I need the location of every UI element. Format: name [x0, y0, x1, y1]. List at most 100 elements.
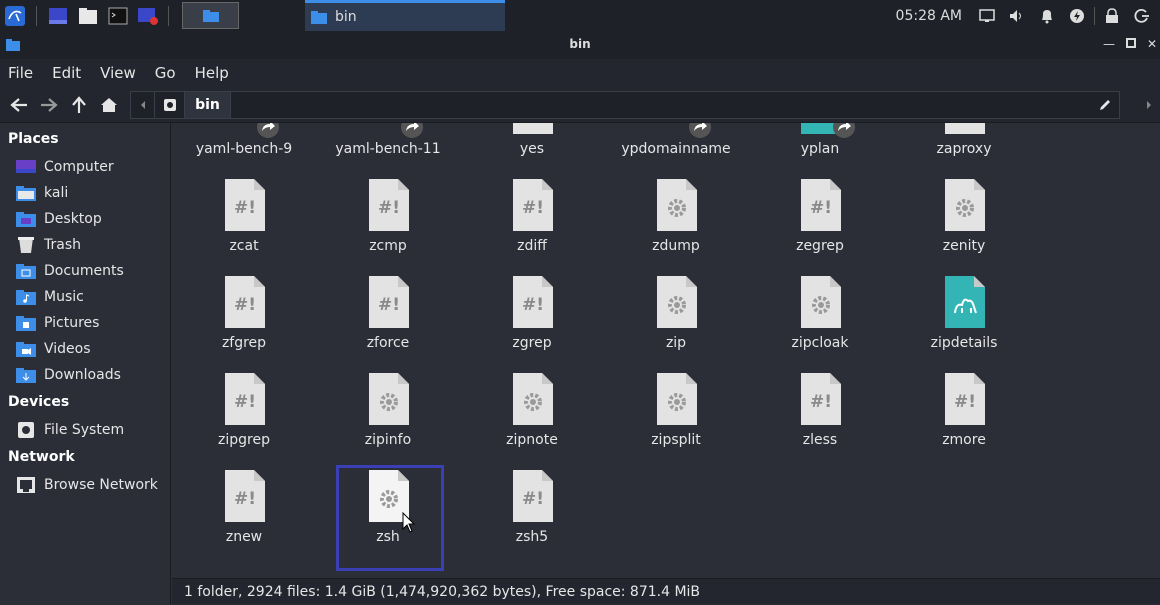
window-titlebar[interactable]: bin — ✕ [0, 31, 1160, 59]
sidebar-item-music[interactable]: Music [16, 285, 84, 309]
notification-bell-icon[interactable] [1037, 6, 1057, 26]
up-button[interactable] [68, 94, 90, 116]
file-item[interactable]: zipsplit [606, 362, 746, 459]
screen-recorder-icon[interactable] [137, 6, 159, 26]
file-item[interactable]: #! znew [174, 459, 314, 556]
file-item[interactable]: #! zforce [318, 265, 458, 362]
file-item[interactable]: #! zegrep [750, 168, 890, 265]
file-name: zless [802, 432, 838, 448]
power-manager-icon[interactable] [1067, 6, 1087, 26]
file-item[interactable]: zenity [894, 168, 1034, 265]
script-file-icon: #! [945, 373, 985, 425]
workspace-thumbnail[interactable] [182, 2, 239, 29]
file-name: zfgrep [221, 335, 267, 351]
file-manager-launcher-icon[interactable] [77, 6, 99, 26]
minimize-button[interactable]: — [1102, 37, 1116, 51]
back-button[interactable] [8, 94, 30, 116]
file-item[interactable]: yaml-bench-9 [174, 123, 314, 168]
file-item[interactable]: #! zipgrep [174, 362, 314, 459]
script-file-icon: #! [369, 276, 409, 328]
script-file-icon: #! [801, 179, 841, 231]
file-item[interactable]: #! zcmp [318, 168, 458, 265]
file-name: yaml-bench-9 [195, 141, 293, 157]
file-name: zsh5 [515, 529, 549, 545]
display-icon[interactable] [977, 6, 997, 26]
file-name: zdump [652, 238, 700, 254]
file-item[interactable]: #! zcat [174, 168, 314, 265]
close-button[interactable]: ✕ [1145, 37, 1159, 51]
folder-icon [311, 10, 327, 24]
file-item[interactable]: zipcloak [750, 265, 890, 362]
downloads-folder-icon [16, 366, 36, 384]
taskbar-task-bin[interactable]: bin [305, 0, 505, 31]
svg-text:#!: #! [234, 489, 256, 509]
file-item[interactable]: zipnote [462, 362, 602, 459]
file-item[interactable]: #! zaproxy [894, 123, 1034, 168]
sidebar-item-label: File System [44, 422, 125, 438]
file-item[interactable]: zip [606, 265, 746, 362]
sidebar-item-computer[interactable]: Computer [16, 155, 114, 179]
executable-file-icon [801, 276, 841, 328]
clock[interactable]: 05:28 AM [896, 8, 962, 24]
path-scroll-right-button[interactable] [1138, 94, 1160, 116]
edit-path-button[interactable] [1091, 92, 1119, 118]
kali-menu-icon[interactable] [4, 5, 26, 26]
terminal-launcher-icon[interactable] [107, 6, 129, 26]
svg-text:#!: #! [378, 295, 400, 315]
pencil-icon [1100, 100, 1110, 110]
file-item[interactable]: ﾉ/Jyplan [750, 123, 890, 168]
sidebar-item-trash[interactable]: Trash [16, 233, 81, 257]
menu-file[interactable]: File [8, 64, 33, 82]
svg-text:#!: #! [810, 198, 832, 218]
toolbar: bin [0, 87, 1160, 123]
sidebar-item-videos[interactable]: Videos [16, 337, 91, 361]
file-name: zaproxy [936, 141, 992, 157]
sidebar-item-kali[interactable]: kali [16, 181, 68, 205]
show-desktop-icon[interactable] [47, 6, 69, 26]
file-item[interactable]: #! zsh5 [462, 459, 602, 556]
script-file-icon: #! [225, 470, 265, 522]
executable-file-icon [513, 373, 553, 425]
menu-edit[interactable]: Edit [52, 64, 81, 82]
file-item[interactable]: zdump [606, 168, 746, 265]
file-item[interactable]: zipinfo [318, 362, 458, 459]
file-item[interactable]: ypdomainname [606, 123, 746, 168]
tray-separator [1094, 6, 1095, 25]
file-item[interactable]: #! zgrep [462, 265, 602, 362]
sidebar-item-desktop[interactable]: Desktop [16, 207, 102, 231]
menu-help[interactable]: Help [195, 64, 229, 82]
home-button[interactable] [98, 94, 120, 116]
executable-file-icon [218, 123, 260, 135]
sidebar-item-downloads[interactable]: Downloads [16, 363, 121, 387]
file-item[interactable]: #! zless [750, 362, 890, 459]
file-item[interactable]: yes [462, 123, 602, 168]
network-header: Network [8, 449, 75, 465]
file-item[interactable]: yaml-bench-11 [318, 123, 458, 168]
sidebar-item-browse-network[interactable]: Browse Network [16, 473, 158, 497]
maximize-button[interactable] [1124, 37, 1138, 51]
file-item[interactable]: zipdetails [894, 265, 1034, 362]
file-item[interactable]: #! zdiff [462, 168, 602, 265]
path-crumb-bin[interactable]: bin [185, 92, 231, 118]
file-icon-view[interactable]: yaml-bench-9 yaml-bench-11 yes ypdomainname… [172, 123, 1160, 578]
path-scroll-left-button[interactable] [131, 92, 155, 118]
lock-icon[interactable] [1102, 6, 1122, 26]
file-name: ypdomainname [621, 141, 731, 157]
menu-view[interactable]: View [100, 64, 136, 82]
path-root-button[interactable] [155, 92, 185, 118]
volume-icon[interactable] [1007, 6, 1027, 26]
sidebar-item-file-system[interactable]: File System [16, 418, 124, 442]
menu-go[interactable]: Go [155, 64, 176, 82]
file-item[interactable]: #! zfgrep [174, 265, 314, 362]
forward-button[interactable] [38, 94, 60, 116]
logout-icon[interactable] [1132, 6, 1152, 26]
menubar: File Edit View Go Help [0, 59, 1160, 87]
file-item[interactable]: #! zmore [894, 362, 1034, 459]
sidebar: Places Computer kali Desktop Trash Docum… [0, 123, 171, 604]
sidebar-item-documents[interactable]: Documents [16, 259, 124, 283]
svg-text:#!: #! [234, 198, 256, 218]
file-name: zip [665, 335, 687, 351]
sidebar-item-pictures[interactable]: Pictures [16, 311, 99, 335]
file-item[interactable]: zsh [318, 459, 458, 556]
perl-script-icon [945, 276, 985, 328]
